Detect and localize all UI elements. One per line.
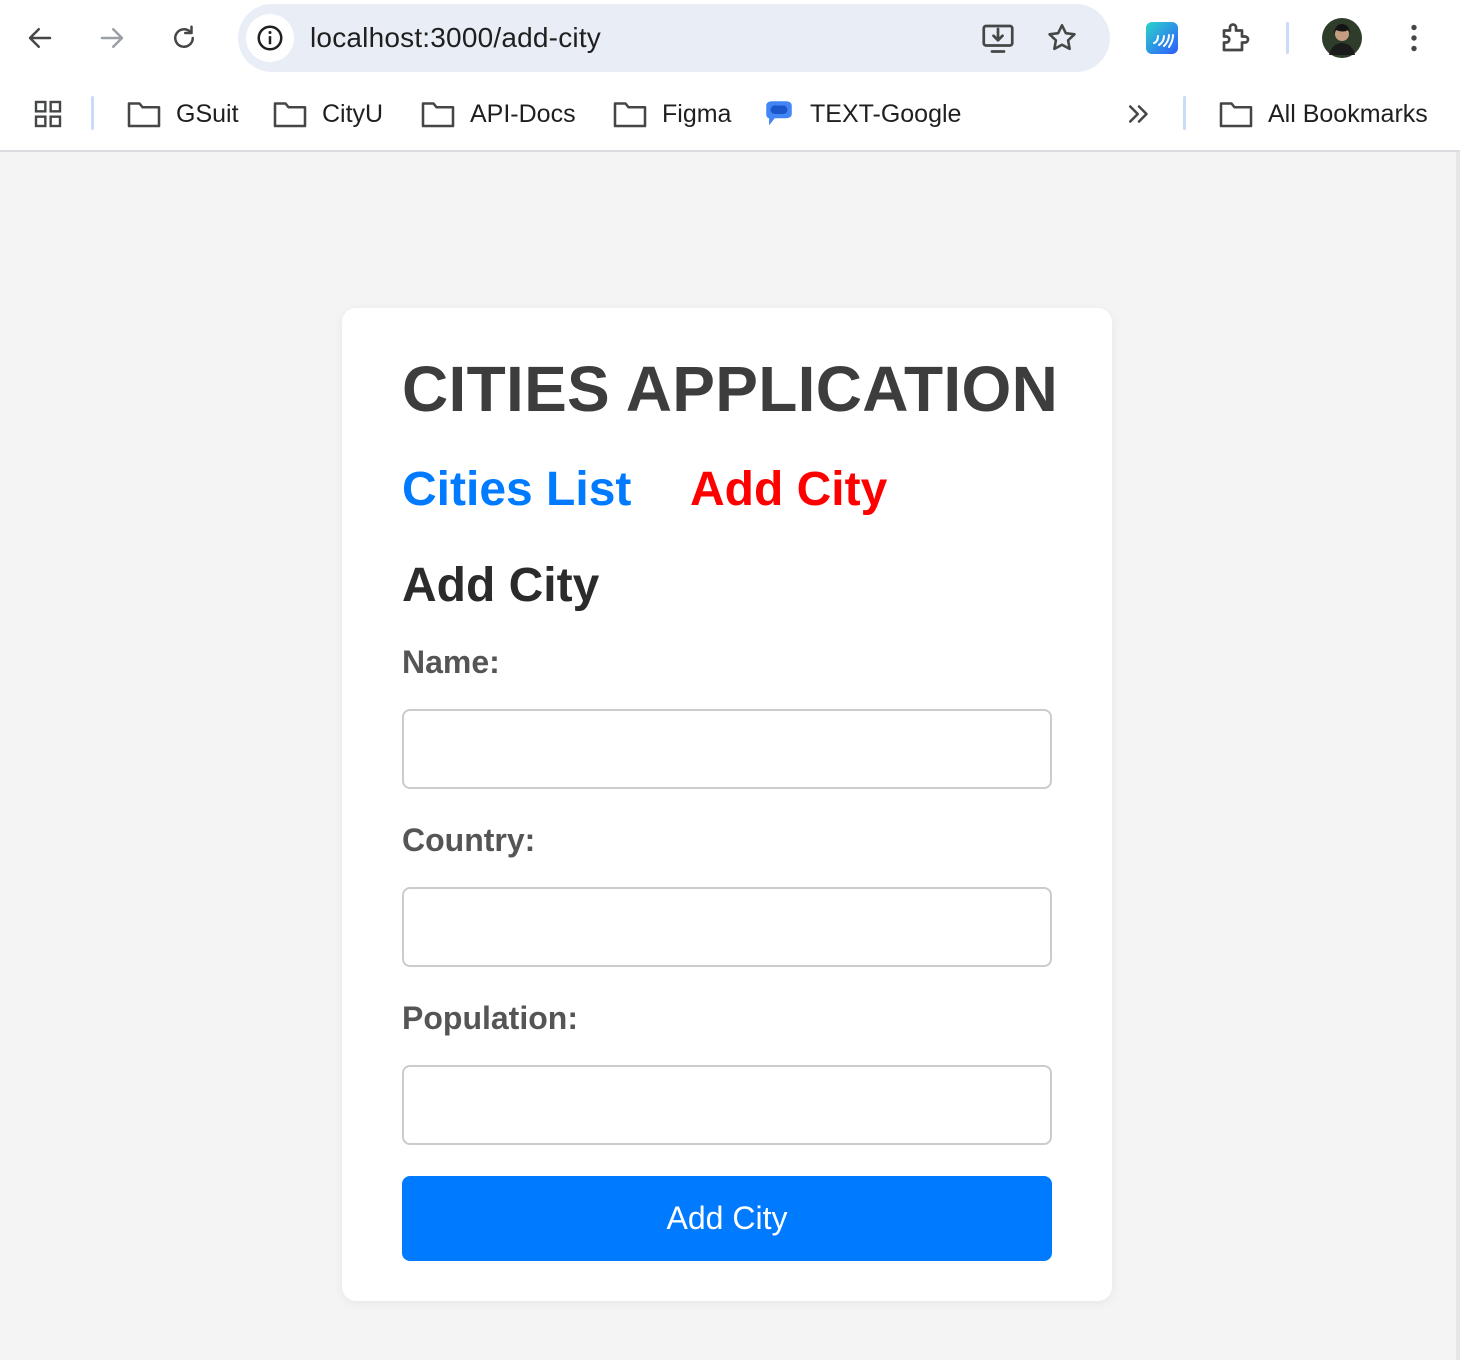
kebab-menu-icon [1411,24,1417,52]
folder-icon [127,102,161,128]
toolbar-divider [1286,22,1289,54]
browser-toolbar: localhost:3000/add-city [0,0,1460,76]
bookmark-label: TEXT-Google [810,99,962,128]
back-button[interactable] [16,14,64,62]
country-label: Country: [402,822,536,858]
bookmark-gsuit[interactable]: GSuit [126,94,239,134]
bookmarks-bar: GSuit CityU API-Docs Figma TEXT-Google A… [0,76,1460,152]
bookmark-api-docs[interactable]: API-Docs [420,94,576,134]
folder-icon [613,102,647,128]
all-bookmarks-label: All Bookmarks [1268,99,1428,128]
more-bookmarks-button[interactable] [1124,94,1168,134]
star-icon [1048,23,1076,51]
apps-grid-icon [34,100,62,128]
address-bar[interactable]: localhost:3000/add-city [238,4,1110,72]
bookmark-label: Figma [662,99,732,128]
back-arrow-icon [28,28,52,48]
all-bookmarks-button[interactable]: All Bookmarks [1218,94,1428,134]
bookmark-label: API-Docs [470,99,576,128]
name-input[interactable] [402,709,1052,789]
window-edge [1456,152,1460,1360]
nav-link-cities-list[interactable]: Cities List [402,462,631,517]
site-info-button[interactable] [246,14,294,62]
browser-menu-button[interactable] [1392,16,1436,60]
extensions-button[interactable] [1214,16,1258,60]
nav-link-add-city[interactable]: Add City [690,462,887,517]
bookmark-cityu[interactable]: CityU [272,94,383,134]
population-input[interactable] [402,1065,1052,1145]
profile-button[interactable] [1320,16,1364,60]
folder-icon [273,102,307,128]
avatar [1322,18,1362,58]
bookmark-figma[interactable]: Figma [612,94,731,134]
url-text[interactable]: localhost:3000/add-city [310,22,601,54]
messages-icon [766,101,792,126]
forward-button[interactable] [88,14,136,62]
forward-arrow-icon [100,28,124,48]
nfc-extension-icon [1146,22,1178,54]
bookmark-text-google[interactable]: TEXT-Google [762,94,961,134]
bookmark-label: CityU [322,99,384,128]
puzzle-icon [1222,23,1250,52]
bookmarks-divider [1183,96,1186,130]
name-label: Name: [402,644,500,680]
reload-button[interactable] [160,14,208,62]
nfc-extension-button[interactable] [1140,16,1184,60]
reload-icon [174,25,194,48]
form-heading: Add City [402,559,600,612]
add-city-button[interactable]: Add City [402,1176,1052,1261]
country-input[interactable] [402,887,1052,967]
app-card: CITIES APPLICATION Cities List Add City … [342,308,1112,1301]
info-icon [257,25,283,51]
folder-icon [421,102,455,128]
install-app-icon [982,24,1014,53]
folder-icon [1219,102,1253,128]
bookmark-label: GSuit [176,99,239,128]
chevron-double-right-icon [1129,105,1148,123]
bookmark-star-button[interactable] [1044,20,1080,56]
apps-button[interactable] [32,94,78,134]
install-app-button[interactable] [980,20,1016,56]
population-label: Population: [402,1000,578,1036]
bookmarks-divider [91,96,94,130]
app-title: CITIES APPLICATION [402,353,1059,425]
